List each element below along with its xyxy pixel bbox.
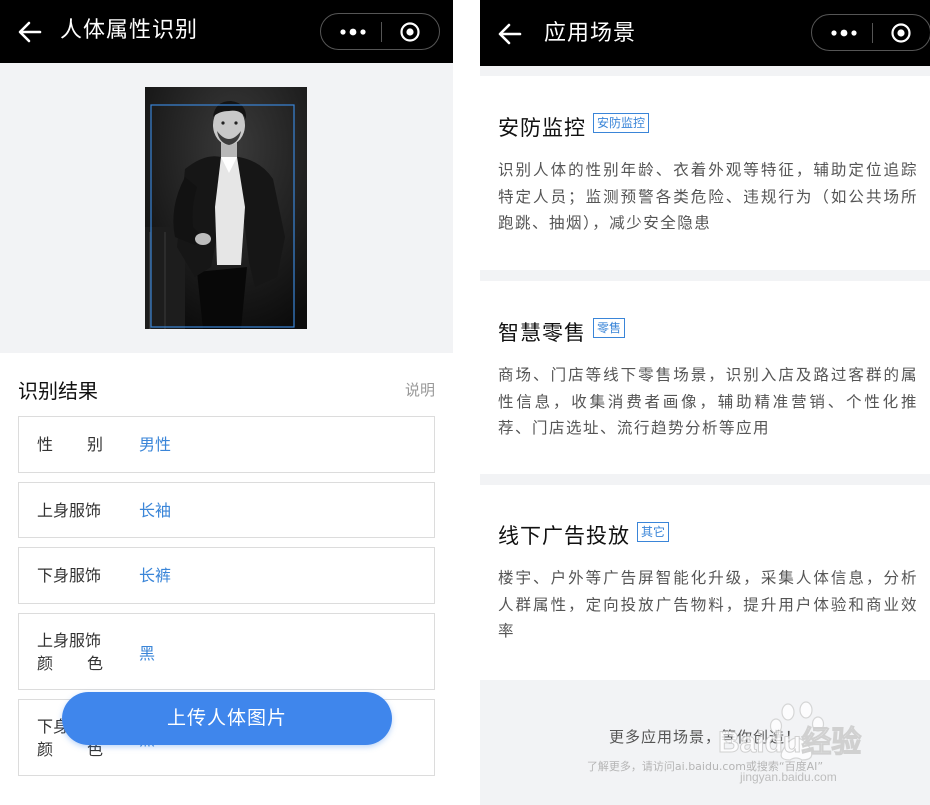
card-title: 线下广告投放 bbox=[498, 524, 630, 548]
target-circle-icon[interactable] bbox=[399, 21, 421, 43]
result-row-upper-clothing: 上身服饰 长袖 bbox=[18, 482, 435, 538]
back-arrow-icon[interactable] bbox=[496, 20, 524, 48]
person-photo[interactable] bbox=[145, 87, 307, 329]
card-description: 楼宇、户外等广告屏智能化升级，采集人体信息，分析人群属性，定向投放广告物料，提升… bbox=[498, 569, 918, 640]
watermark-url: jingyan.baidu.com bbox=[740, 770, 837, 784]
card-title: 安防监控 bbox=[498, 116, 586, 140]
page-title: 人体属性识别 bbox=[60, 18, 199, 43]
right-nav-bar: 应用场景 bbox=[480, 0, 930, 66]
target-circle-icon[interactable] bbox=[890, 22, 912, 44]
row-value: 黑 bbox=[139, 644, 156, 663]
row-value: 长袖 bbox=[139, 501, 172, 520]
result-row-upper-color: 上身服饰 颜 色 黑 bbox=[18, 613, 435, 690]
card-description: 识别人体的性别年龄、衣着外观等特征，辅助定位追踪特定人员；监测预警各类危险、违规… bbox=[498, 161, 918, 232]
scenario-card-advertising[interactable]: 线下广告投放 其它 楼宇、户外等广告屏智能化升级，采集人体信息，分析人群属性，定… bbox=[480, 485, 930, 680]
card-tag: 零售 bbox=[593, 318, 626, 338]
explain-link[interactable]: 说明 bbox=[405, 379, 435, 400]
more-dots-icon[interactable] bbox=[826, 23, 862, 43]
row-label: 下身服饰 bbox=[37, 566, 102, 585]
image-preview-area bbox=[0, 63, 453, 353]
row-value: 男性 bbox=[139, 435, 172, 454]
card-description: 商场、门店等线下零售场景，识别入店及路过客群的属性信息，收集消费者画像，辅助精准… bbox=[498, 366, 918, 437]
card-title: 智慧零售 bbox=[498, 321, 586, 345]
left-nav-bar: 人体属性识别 bbox=[0, 0, 453, 63]
mini-program-capsule bbox=[811, 14, 930, 51]
page-title: 应用场景 bbox=[544, 21, 637, 46]
card-tag: 其它 bbox=[637, 522, 670, 542]
row-label: 上身服饰 bbox=[37, 501, 102, 520]
capsule-divider bbox=[381, 22, 382, 42]
result-title: 识别结果 bbox=[18, 379, 98, 403]
upload-image-button[interactable]: 上传人体图片 bbox=[62, 692, 392, 745]
mini-program-capsule bbox=[320, 13, 440, 50]
back-arrow-icon[interactable] bbox=[16, 18, 44, 46]
row-label: 上身服饰 bbox=[37, 631, 102, 650]
capsule-divider bbox=[872, 23, 873, 43]
row-label-line2: 颜 色 bbox=[37, 654, 103, 673]
scenario-card-retail[interactable]: 智慧零售 零售 商场、门店等线下零售场景，识别入店及路过客群的属性信息，收集消费… bbox=[480, 281, 930, 474]
result-row-lower-clothing: 下身服饰 长裤 bbox=[18, 547, 435, 604]
svg-text:Baidu经验: Baidu经验 bbox=[718, 725, 861, 759]
row-value: 长裤 bbox=[139, 566, 172, 585]
result-header: 识别结果 说明 bbox=[0, 353, 453, 413]
more-dots-icon[interactable] bbox=[335, 22, 371, 42]
card-tag: 安防监控 bbox=[593, 113, 650, 133]
scenario-card-security[interactable]: 安防监控 安防监控 识别人体的性别年龄、衣着外观等特征，辅助定位追踪特定人员；监… bbox=[480, 76, 930, 270]
row-label: 性 别 bbox=[37, 435, 103, 454]
result-row-gender: 性 别 男性 bbox=[18, 416, 435, 473]
right-screen: 应用场景 安防监控 安防监控 识别人体的性别年龄、衣着外观等特征，辅助定位追踪特… bbox=[480, 0, 930, 805]
left-screen: 人体属性识别 识别结果 说明 性 别 男性 上身服饰 长袖 下身服饰 长裤 上身… bbox=[0, 0, 453, 805]
